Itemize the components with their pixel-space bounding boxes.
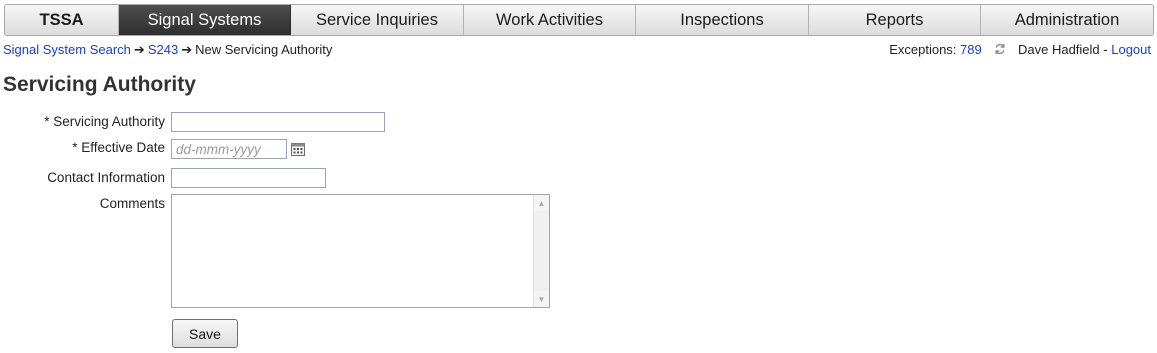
- comments-scrollbar[interactable]: ▲ ▼: [533, 195, 549, 307]
- user-name: Dave Hadfield: [1017, 42, 1100, 57]
- breadcrumb-signal-system-search[interactable]: Signal System Search: [3, 42, 131, 57]
- tab-service-inquiries[interactable]: Service Inquiries: [291, 5, 464, 35]
- refresh-icon[interactable]: [994, 42, 1006, 57]
- userbar-separator: -: [1103, 42, 1108, 57]
- contact-information-input[interactable]: [171, 168, 326, 188]
- servicing-authority-input[interactable]: [171, 112, 385, 132]
- contact-information-label: Contact Information: [47, 170, 165, 185]
- breadcrumb-s243[interactable]: S243: [148, 42, 178, 57]
- tab-administration[interactable]: Administration: [981, 5, 1153, 35]
- tab-work-activities[interactable]: Work Activities: [464, 5, 636, 35]
- exceptions-label: Exceptions:: [889, 42, 957, 57]
- breadcrumb-current: New Servicing Authority: [195, 42, 333, 57]
- calendar-icon[interactable]: [291, 142, 305, 156]
- tab-inspections[interactable]: Inspections: [636, 5, 809, 35]
- breadcrumb: Signal System Search ➔ S243 ➔ New Servicing …: [3, 42, 332, 58]
- effective-date-input[interactable]: [171, 139, 287, 159]
- comments-field: ▲ ▼: [171, 194, 550, 308]
- tab-reports[interactable]: Reports: [809, 5, 981, 35]
- exceptions-count-link[interactable]: 789: [960, 42, 982, 57]
- page-title: Servicing Authority: [3, 73, 196, 96]
- user-bar: Exceptions: 789 Dave Hadfield - Logout: [889, 42, 1151, 57]
- save-button[interactable]: Save: [172, 319, 238, 348]
- scroll-up-icon[interactable]: ▲: [534, 195, 549, 211]
- logout-link[interactable]: Logout: [1111, 42, 1151, 57]
- comments-label: Comments: [99, 196, 165, 211]
- tab-signal-systems[interactable]: Signal Systems: [119, 5, 291, 35]
- breadcrumb-arrow-icon: ➔: [181, 42, 193, 57]
- nav-brand[interactable]: TSSA: [5, 5, 119, 35]
- main-nav: TSSA Signal Systems Service Inquiries Wo…: [4, 4, 1154, 36]
- comments-textarea[interactable]: [172, 195, 533, 307]
- effective-date-label: * Effective Date: [72, 140, 165, 155]
- scroll-down-icon[interactable]: ▼: [534, 291, 549, 307]
- servicing-authority-label: * Servicing Authority: [44, 114, 165, 129]
- breadcrumb-arrow-icon: ➔: [133, 42, 145, 57]
